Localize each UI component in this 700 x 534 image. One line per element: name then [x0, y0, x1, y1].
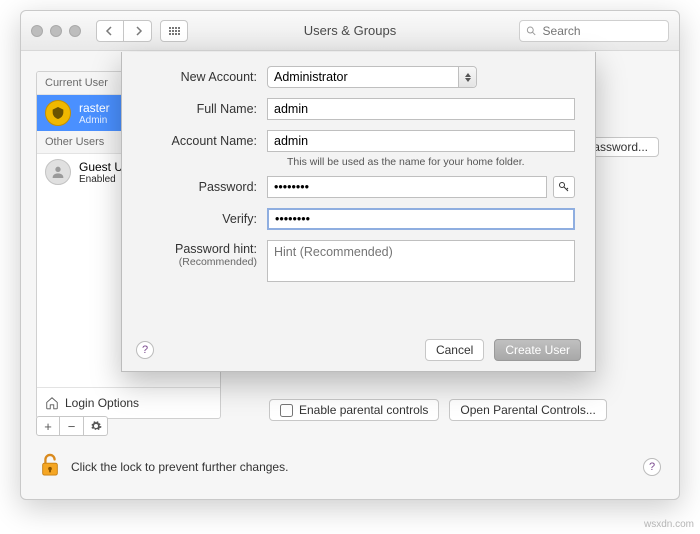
gear-icon: [90, 420, 102, 432]
verify-label: Verify:: [142, 212, 267, 226]
key-icon: [558, 181, 570, 193]
search-icon: [526, 25, 537, 37]
user-options-button[interactable]: [84, 416, 108, 436]
lock-icon[interactable]: [39, 452, 61, 481]
create-user-button[interactable]: Create User: [494, 339, 581, 361]
sheet-help-button[interactable]: ?: [136, 341, 154, 359]
preferences-window: Users & Groups Current User raster Admin…: [20, 10, 680, 500]
account-type-value: Administrator: [274, 70, 348, 84]
hint-textarea[interactable]: [267, 240, 575, 282]
hint-label: Password hint: (Recommended): [142, 240, 267, 268]
avatar: [45, 159, 71, 185]
lock-row: Click the lock to prevent further change…: [39, 452, 661, 481]
titlebar: Users & Groups: [21, 11, 679, 51]
remove-user-button[interactable]: −: [60, 416, 84, 436]
full-name-input[interactable]: [267, 98, 575, 120]
full-name-label: Full Name:: [142, 102, 267, 116]
cancel-button[interactable]: Cancel: [425, 339, 484, 361]
forward-button[interactable]: [124, 20, 152, 42]
new-account-sheet: New Account: Administrator Full Name: Ac…: [121, 52, 596, 372]
login-options-label: Login Options: [65, 396, 139, 410]
sidebar-controls: + −: [36, 416, 108, 436]
open-parental-label: Open Parental Controls...: [460, 403, 595, 417]
lock-text: Click the lock to prevent further change…: [71, 460, 288, 474]
minimize-window-icon[interactable]: [50, 25, 62, 37]
parental-checkbox-label: Enable parental controls: [299, 403, 428, 417]
enable-parental-checkbox[interactable]: Enable parental controls: [269, 399, 439, 421]
search-input[interactable]: [543, 24, 662, 38]
show-all-button[interactable]: [160, 20, 188, 42]
new-account-label: New Account:: [142, 70, 267, 84]
zoom-window-icon[interactable]: [69, 25, 81, 37]
help-button[interactable]: ?: [643, 458, 661, 476]
password-input[interactable]: [267, 176, 547, 198]
back-button[interactable]: [96, 20, 124, 42]
chevron-updown-icon: [458, 67, 476, 87]
user-name: raster: [79, 101, 110, 115]
account-name-label: Account Name:: [142, 134, 267, 148]
avatar: [45, 100, 71, 126]
open-parental-button[interactable]: Open Parental Controls...: [449, 399, 606, 421]
house-icon: [45, 396, 59, 410]
user-role: Admin: [79, 115, 110, 126]
search-box[interactable]: [519, 20, 669, 42]
password-assistant-button[interactable]: [553, 176, 575, 198]
watermark: wsxdn.com: [644, 519, 694, 530]
close-window-icon[interactable]: [31, 25, 43, 37]
account-name-helper: This will be used as the name for your h…: [287, 156, 575, 168]
login-options[interactable]: Login Options: [37, 387, 220, 418]
add-user-button[interactable]: +: [36, 416, 60, 436]
password-label: Password:: [142, 180, 267, 194]
nav-back-forward: [96, 20, 152, 42]
account-name-input[interactable]: [267, 130, 575, 152]
parental-checkbox-input[interactable]: [280, 404, 293, 417]
account-type-select[interactable]: Administrator: [267, 66, 477, 88]
verify-input[interactable]: [267, 208, 575, 230]
traffic-lights: [31, 25, 81, 37]
